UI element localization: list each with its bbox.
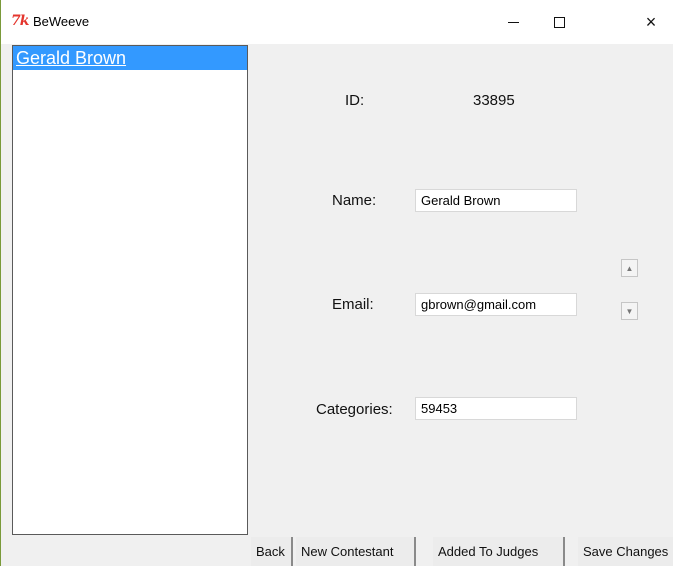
close-icon: × xyxy=(645,11,657,32)
id-value: 33895 xyxy=(473,92,515,109)
name-label: Name: xyxy=(332,192,377,209)
close-button[interactable]: × xyxy=(628,0,673,44)
name-field[interactable]: Gerald Brown xyxy=(415,189,577,212)
added-to-judges-button[interactable]: Added To Judges xyxy=(433,537,565,566)
title-bar: 7k BeWeeve × xyxy=(1,0,673,44)
tk-logo-icon: 7k xyxy=(11,13,29,29)
categories-label: Categories: xyxy=(316,401,393,418)
app-window: 7k BeWeeve × Gerald Brown ID: 33895 Name… xyxy=(0,0,673,566)
back-button[interactable]: Back xyxy=(251,537,293,566)
scroll-down-icon: ▼ xyxy=(625,306,634,316)
window-title: BeWeeve xyxy=(33,14,90,29)
list-item[interactable]: Gerald Brown xyxy=(13,46,247,70)
email-label: Email: xyxy=(332,296,374,313)
minimize-button[interactable] xyxy=(490,0,536,44)
maximize-icon xyxy=(553,16,565,28)
scroll-down-button[interactable]: ▼ xyxy=(621,302,638,320)
scroll-up-icon: ▲ xyxy=(625,263,634,273)
maximize-button[interactable] xyxy=(536,0,582,44)
id-label: ID: xyxy=(345,92,365,109)
scroll-up-button[interactable]: ▲ xyxy=(621,259,638,277)
save-changes-button[interactable]: Save Changes xyxy=(578,537,673,566)
new-contestant-button[interactable]: New Contestant xyxy=(296,537,416,566)
categories-field[interactable]: 59453 xyxy=(415,397,577,420)
minimize-icon xyxy=(507,21,519,23)
contestant-listbox[interactable]: Gerald Brown xyxy=(12,45,248,535)
email-field[interactable]: gbrown@gmail.com xyxy=(415,293,577,316)
